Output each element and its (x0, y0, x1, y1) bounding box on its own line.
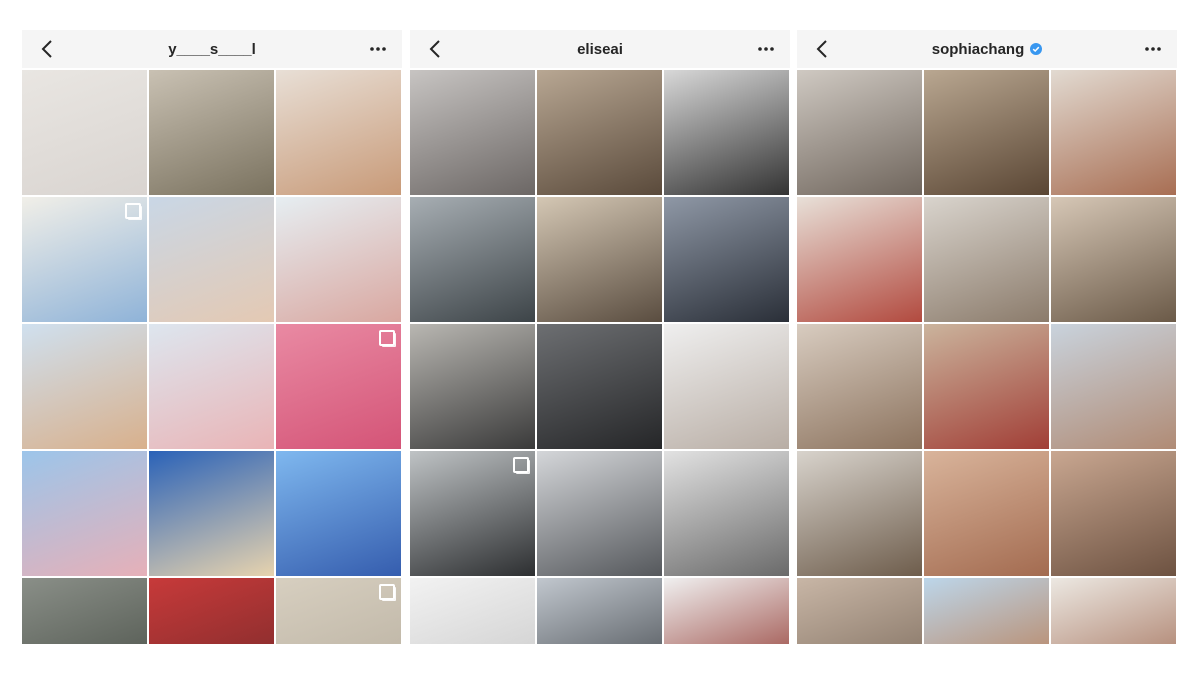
photo-tile[interactable] (410, 578, 535, 644)
photo-tile[interactable] (22, 578, 147, 644)
multi-photo-icon (379, 584, 395, 600)
photo-tile[interactable] (22, 197, 147, 322)
photo-tile[interactable] (276, 197, 401, 322)
photo-tile[interactable] (149, 578, 274, 644)
photo-tile[interactable] (276, 451, 401, 576)
photo-tile[interactable] (410, 324, 535, 449)
profile-screen-1: y____s____l (22, 30, 402, 644)
photo-tile[interactable] (1051, 197, 1176, 322)
more-options-button[interactable] (364, 36, 392, 62)
photo-tile[interactable] (537, 578, 662, 644)
photo-tile[interactable] (410, 70, 535, 195)
photo-tile[interactable] (1051, 578, 1176, 644)
photo-tile[interactable] (22, 324, 147, 449)
photo-tile[interactable] (924, 70, 1049, 195)
photo-tile[interactable] (410, 451, 535, 576)
photo-grid (797, 70, 1177, 644)
photo-tile[interactable] (664, 197, 789, 322)
photo-tile[interactable] (797, 324, 922, 449)
photo-tile[interactable] (664, 324, 789, 449)
username-title: eliseai (410, 30, 790, 68)
photo-tile[interactable] (924, 451, 1049, 576)
photo-tile[interactable] (1051, 451, 1176, 576)
profile-screen-3: sophiachang (797, 30, 1177, 644)
verified-badge-icon (1030, 43, 1043, 55)
photo-tile[interactable] (664, 70, 789, 195)
photo-grid (22, 70, 402, 644)
photo-tile[interactable] (797, 578, 922, 644)
username-text: eliseai (577, 40, 623, 58)
photo-tile[interactable] (22, 70, 147, 195)
photo-tile[interactable] (924, 324, 1049, 449)
multi-photo-icon (125, 203, 141, 219)
photo-tile[interactable] (276, 70, 401, 195)
photo-tile[interactable] (1051, 70, 1176, 195)
photo-tile[interactable] (664, 578, 789, 644)
photo-tile[interactable] (149, 197, 274, 322)
username-title: sophiachang (797, 30, 1177, 68)
more-horizontal-icon (758, 47, 774, 51)
photo-tile[interactable] (410, 197, 535, 322)
username-text: sophiachang (931, 40, 1025, 58)
photo-tile[interactable] (797, 197, 922, 322)
photo-tile[interactable] (1051, 324, 1176, 449)
photo-tile[interactable] (276, 578, 401, 644)
photo-tile[interactable] (149, 70, 274, 195)
multi-photo-icon (513, 457, 529, 473)
profile-header: y____s____l (22, 30, 402, 68)
photo-tile[interactable] (797, 451, 922, 576)
more-horizontal-icon (370, 47, 386, 51)
photo-tile[interactable] (149, 324, 274, 449)
photo-tile[interactable] (276, 324, 401, 449)
photo-tile[interactable] (924, 578, 1049, 644)
photo-tile[interactable] (797, 70, 922, 195)
username-title: y____s____l (22, 30, 402, 68)
photo-tile[interactable] (537, 451, 662, 576)
more-options-button[interactable] (1139, 36, 1167, 62)
photo-tile[interactable] (537, 197, 662, 322)
multi-photo-icon (379, 330, 395, 346)
photo-tile[interactable] (924, 197, 1049, 322)
photo-tile[interactable] (664, 451, 789, 576)
photo-grid (410, 70, 790, 644)
photo-tile[interactable] (149, 451, 274, 576)
photo-tile[interactable] (537, 70, 662, 195)
more-horizontal-icon (1145, 47, 1161, 51)
profile-header: eliseai (410, 30, 790, 68)
profile-header: sophiachang (797, 30, 1177, 68)
photo-tile[interactable] (22, 451, 147, 576)
more-options-button[interactable] (752, 36, 780, 62)
photo-tile[interactable] (537, 324, 662, 449)
profile-screen-2: eliseai (410, 30, 790, 644)
username-text: y____s____l (168, 40, 256, 58)
